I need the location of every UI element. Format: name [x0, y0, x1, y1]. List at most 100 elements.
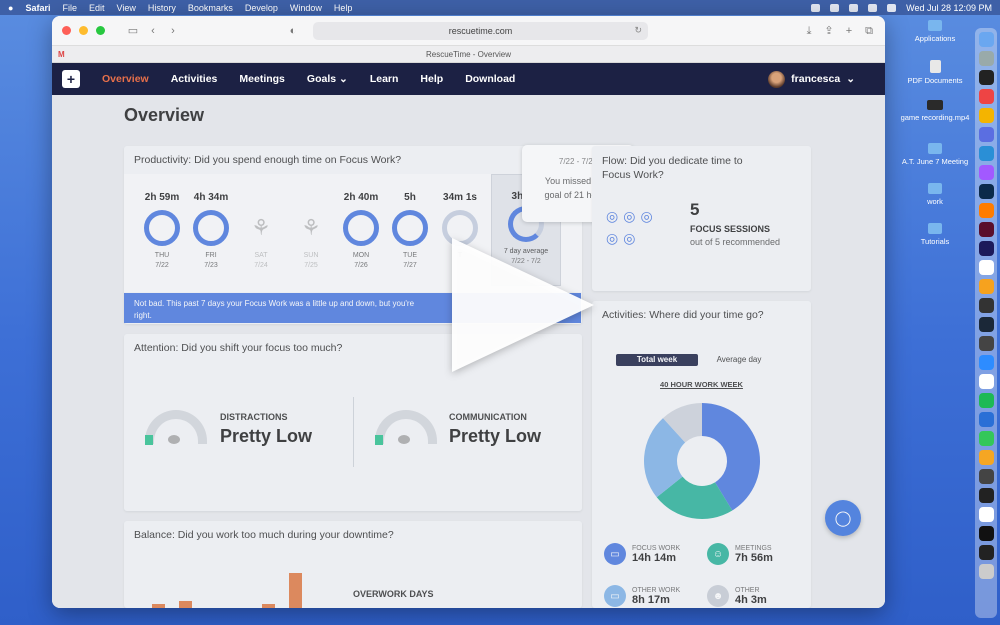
- menu-view[interactable]: View: [116, 3, 135, 13]
- balance-bar: [289, 573, 302, 608]
- chat-support-button[interactable]: ◯: [825, 500, 861, 536]
- wifi-icon[interactable]: [849, 3, 859, 12]
- rescuetime-logo-icon[interactable]: +: [62, 70, 80, 88]
- desktop-item-applications[interactable]: Applications: [900, 20, 970, 43]
- app-menu[interactable]: Safari: [25, 3, 50, 13]
- illustrator-app-icon[interactable]: [978, 203, 994, 218]
- day-column[interactable]: 4h 34m FRI 7/23: [186, 192, 236, 269]
- day-column[interactable]: 2h 40m MON 7/26: [336, 192, 386, 269]
- user-menu[interactable]: francesca ⌄: [768, 70, 855, 88]
- app-icon[interactable]: [978, 545, 994, 560]
- menu-help[interactable]: Help: [334, 3, 353, 13]
- menu-file[interactable]: File: [62, 3, 77, 13]
- github-app-icon[interactable]: [978, 298, 994, 313]
- nav-activities[interactable]: Activities: [171, 73, 218, 85]
- safari-app-icon[interactable]: [978, 146, 994, 161]
- menu-window[interactable]: Window: [290, 3, 322, 13]
- back-icon[interactable]: ‹: [147, 25, 159, 37]
- privacy-shield-icon[interactable]: ◐: [287, 25, 299, 37]
- news-app-icon[interactable]: [978, 507, 994, 522]
- photos-app-icon[interactable]: [978, 108, 994, 123]
- chrome-app-icon[interactable]: [978, 450, 994, 465]
- reload-icon[interactable]: ↻: [634, 25, 642, 36]
- menubar-clock[interactable]: Wed Jul 28 12:09 PM: [906, 3, 992, 13]
- messages-app-icon[interactable]: [978, 431, 994, 446]
- menu-edit[interactable]: Edit: [89, 3, 105, 13]
- tab-total-week[interactable]: Total week: [616, 354, 698, 366]
- desktop-item-meeting[interactable]: A.T. June 7 Meeting: [900, 143, 970, 166]
- forward-icon[interactable]: ›: [167, 25, 179, 37]
- steam-app-icon[interactable]: [978, 317, 994, 332]
- active-tab[interactable]: RescueTime - Overview: [52, 50, 885, 59]
- app-icon[interactable]: [978, 412, 994, 427]
- app-icon[interactable]: [978, 469, 994, 484]
- spotify-app-icon[interactable]: [978, 393, 994, 408]
- target-icon: ◎: [623, 230, 636, 246]
- stat-focus-work: ▭ FOCUS WORK 14h 14m: [604, 543, 680, 565]
- calendar-app-icon[interactable]: [978, 89, 994, 104]
- close-window-button[interactable]: [62, 26, 71, 35]
- finder-app-icon[interactable]: [978, 32, 994, 47]
- folder-icon: [928, 183, 942, 194]
- figma-app-icon[interactable]: [978, 165, 994, 180]
- status-icon[interactable]: [811, 3, 821, 12]
- menu-develop[interactable]: Develop: [245, 3, 278, 13]
- terminal-app-icon[interactable]: [978, 70, 994, 85]
- day-column[interactable]: ⚘ SAT 7/24: [236, 192, 286, 269]
- nav-download[interactable]: Download: [465, 73, 515, 85]
- meeting-icon: ☺: [707, 543, 729, 565]
- app-icon[interactable]: [978, 374, 994, 389]
- share-icon[interactable]: ⇪: [823, 25, 835, 37]
- balance-bar: [262, 604, 275, 608]
- settings-app-icon[interactable]: [978, 51, 994, 66]
- day-column[interactable]: 5h TUE 7/27: [385, 192, 435, 269]
- chat-bubble-icon: ◯: [834, 510, 852, 527]
- folder-icon: [928, 223, 942, 234]
- nav-goals[interactable]: Goals ⌄: [307, 73, 348, 85]
- status-icon[interactable]: [830, 3, 840, 12]
- dock: [975, 28, 997, 618]
- distractions-gauge: [145, 410, 207, 445]
- sidebar-icon[interactable]: ▭: [127, 25, 139, 37]
- control-center-icon[interactable]: [887, 3, 897, 12]
- activities-card: Activities: Where did your time go? Tota…: [592, 301, 811, 608]
- trash-icon[interactable]: [978, 564, 994, 579]
- media-encoder-app-icon[interactable]: [978, 241, 994, 256]
- desktop-item-tutorials[interactable]: Tutorials: [900, 223, 970, 246]
- app-icon[interactable]: [978, 260, 994, 275]
- play-button-icon[interactable]: [452, 238, 594, 372]
- day-ring: [392, 210, 428, 246]
- zoom-app-icon[interactable]: [978, 355, 994, 370]
- work-week-subtitle[interactable]: 40 HOUR WORK WEEK: [592, 380, 811, 389]
- nav-meetings[interactable]: Meetings: [239, 73, 285, 85]
- nav-overview[interactable]: Overview: [102, 73, 149, 85]
- indesign-app-icon[interactable]: [978, 222, 994, 237]
- nav-learn[interactable]: Learn: [370, 73, 399, 85]
- menu-bookmarks[interactable]: Bookmarks: [188, 3, 233, 13]
- obs-app-icon[interactable]: [978, 336, 994, 351]
- tab-average-day[interactable]: Average day: [698, 354, 780, 366]
- day-column[interactable]: ⚘ SUN 7/25: [286, 192, 336, 269]
- menu-history[interactable]: History: [148, 3, 176, 13]
- search-icon[interactable]: [868, 3, 878, 12]
- photoshop-app-icon[interactable]: [978, 184, 994, 199]
- minimize-window-button[interactable]: [79, 26, 88, 35]
- mac-menu-bar: ● Safari File Edit View History Bookmark…: [0, 0, 1000, 15]
- zoom-window-button[interactable]: [96, 26, 105, 35]
- download-icon[interactable]: ⤓: [803, 25, 815, 37]
- apple-menu-icon[interactable]: ●: [8, 3, 13, 13]
- app-icon[interactable]: [978, 526, 994, 541]
- app-icon[interactable]: [978, 279, 994, 294]
- tab-overview-icon[interactable]: ⧉: [863, 25, 875, 37]
- nav-help[interactable]: Help: [420, 73, 443, 85]
- discord-app-icon[interactable]: [978, 127, 994, 142]
- day-column[interactable]: 2h 59m THU 7/22: [137, 192, 187, 269]
- desktop-item-game-recording[interactable]: game recording.mp4: [900, 100, 970, 122]
- desktop-item-pdf-documents[interactable]: PDF Documents: [900, 60, 970, 85]
- app-icon[interactable]: [978, 488, 994, 503]
- balance-bars: [124, 548, 324, 608]
- target-icon: ◎: [606, 230, 619, 246]
- new-tab-icon[interactable]: +: [843, 25, 855, 37]
- desktop-item-work[interactable]: work: [900, 183, 970, 206]
- address-bar[interactable]: rescuetime.com ↻: [313, 21, 648, 40]
